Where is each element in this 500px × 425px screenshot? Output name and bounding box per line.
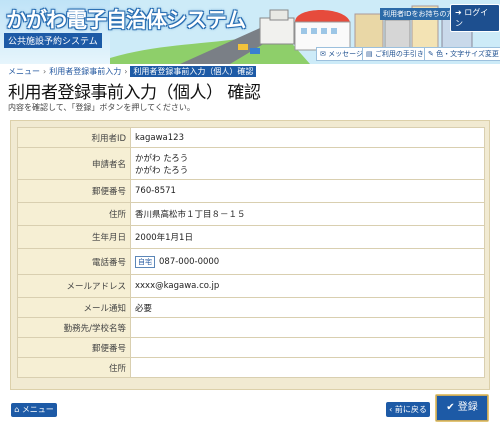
instruction-text: 内容を確認して、「登録」ボタンを押してください。 — [8, 103, 195, 112]
checkmark-icon: ✔ — [446, 402, 458, 413]
field-value — [130, 337, 485, 358]
login-hint: 利用者IDをお持ちの方 — [380, 8, 457, 20]
message-icon: ✉ — [320, 50, 329, 58]
table-row: 勤務先/学校名等 — [17, 317, 485, 338]
page-title: 利用者登録事前入力（個人） 確認 — [8, 83, 261, 103]
field-label: 申請者名 — [17, 147, 131, 180]
field-label: 電話番号 — [17, 248, 131, 275]
field-value: 必要 — [130, 297, 485, 318]
field-value: kagawa123 — [130, 127, 485, 148]
table-row: 住所 香川県高松市１丁目８－１５ — [17, 202, 485, 226]
home-icon: ⌂ — [14, 405, 22, 414]
login-button[interactable]: ➜ ログイン — [450, 4, 500, 32]
field-label: 郵便番号 — [17, 337, 131, 358]
field-label: 生年月日 — [17, 225, 131, 249]
palette-icon: ✎ — [428, 50, 437, 58]
phone-number: 087-000-0000 — [159, 256, 220, 267]
field-label: メール通知 — [17, 297, 131, 318]
field-label: 郵便番号 — [17, 179, 131, 203]
login-icon: ➜ — [455, 8, 465, 17]
applicant-name: かがわ たろう — [135, 165, 189, 176]
color-size-button[interactable]: ✎ 色・文字サイズ変更 — [424, 47, 500, 61]
field-label: 勤務先/学校名等 — [17, 317, 131, 338]
table-row: メールアドレス xxxx@kagawa.co.jp — [17, 274, 485, 298]
message-button[interactable]: ✉ メッセージ — [316, 47, 367, 61]
table-row: 住所 — [17, 357, 485, 378]
chevron-right-icon: › — [43, 67, 47, 76]
applicant-name-kana: かがわ たろう — [135, 153, 189, 164]
table-row: 生年月日 2000年1月1日 — [17, 225, 485, 249]
register-button[interactable]: ✔ 登録 — [435, 394, 489, 422]
table-row: メール通知 必要 — [17, 297, 485, 318]
guide-icon: ▤ — [366, 50, 375, 58]
menu-button[interactable]: ⌂ メニュー — [11, 403, 57, 417]
field-value: 2000年1月1日 — [130, 225, 485, 249]
table-row: 電話番号 自宅 087-000-0000 — [17, 248, 485, 275]
site-header: かがわ電子自治体システム 公共施設予約システム 利用者IDをお持ちの方 ➜ ログ… — [0, 0, 500, 64]
table-row: 利用者ID kagawa123 — [17, 127, 485, 148]
field-value — [130, 357, 485, 378]
field-label: 住所 — [17, 202, 131, 226]
site-title: かがわ電子自治体システム — [6, 8, 246, 32]
breadcrumb-current: 利用者登録事前入力（個人）確認 — [130, 66, 257, 77]
chevron-right-icon: › — [124, 67, 128, 76]
field-label: メールアドレス — [17, 274, 131, 298]
confirmation-panel: 利用者ID kagawa123 申請者名 かがわ たろう かがわ たろう 郵便番号… — [10, 120, 490, 390]
site-subtitle: 公共施設予約システム — [4, 33, 102, 48]
field-value: かがわ たろう かがわ たろう — [130, 147, 485, 180]
guide-button[interactable]: ▤ ご利用の手引き — [362, 47, 428, 61]
field-label: 住所 — [17, 357, 131, 378]
home-phone-tag: 自宅 — [135, 255, 155, 268]
field-value: 760-8571 — [130, 179, 485, 203]
breadcrumb-pre-entry[interactable]: 利用者登録事前入力 — [49, 67, 121, 76]
confirmation-table: 利用者ID kagawa123 申請者名 かがわ たろう かがわ たろう 郵便番号… — [17, 127, 485, 378]
table-row: 申請者名 かがわ たろう かがわ たろう — [17, 147, 485, 180]
field-value — [130, 317, 485, 338]
back-button[interactable]: ‹ 前に戻る — [386, 402, 430, 417]
field-value: 香川県高松市１丁目８－１５ — [130, 202, 485, 226]
breadcrumb-menu[interactable]: メニュー — [8, 67, 40, 76]
field-value: xxxx@kagawa.co.jp — [130, 274, 485, 298]
field-value: 自宅 087-000-0000 — [130, 248, 485, 275]
table-row: 郵便番号 760-8571 — [17, 179, 485, 203]
table-row: 郵便番号 — [17, 337, 485, 358]
breadcrumb: メニュー › 利用者登録事前入力 › 利用者登録事前入力（個人）確認 — [8, 66, 257, 77]
field-label: 利用者ID — [17, 127, 131, 148]
